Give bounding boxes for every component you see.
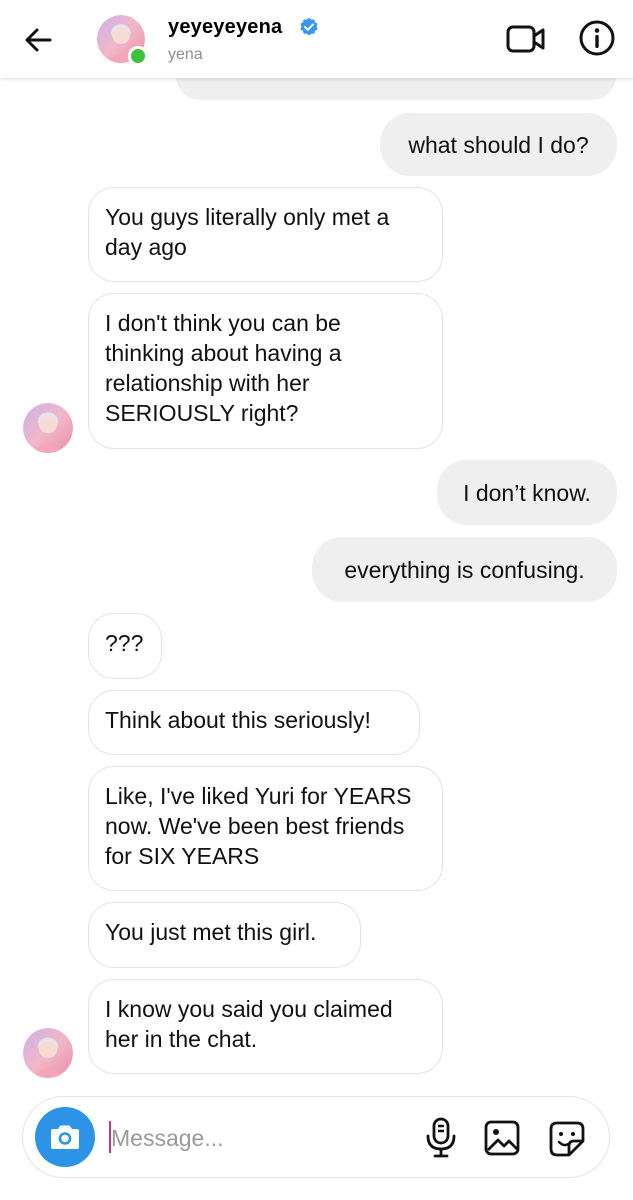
camera-icon: [51, 1125, 79, 1149]
sticker-icon[interactable]: [547, 1119, 587, 1159]
image-icon[interactable]: [483, 1119, 523, 1157]
back-button[interactable]: [18, 20, 58, 60]
incoming-message[interactable]: Like, I've liked Yuri for YEARS now. We'…: [88, 766, 443, 891]
outgoing-message[interactable]: what should I do?: [380, 113, 617, 176]
incoming-message[interactable]: I don't think you can be thinking about …: [88, 293, 443, 449]
chat-header: yeyeyeyena yena: [0, 0, 633, 78]
sender-avatar[interactable]: [23, 403, 73, 453]
message-composer: [22, 1096, 610, 1178]
incoming-message[interactable]: ???: [88, 613, 162, 679]
incoming-message[interactable]: You guys literally only met a day ago: [88, 187, 443, 282]
microphone-icon[interactable]: [423, 1117, 459, 1159]
username[interactable]: yeyeyeyena: [168, 16, 282, 39]
camera-button[interactable]: [35, 1107, 95, 1167]
outgoing-message[interactable]: I don’t know.: [437, 460, 617, 525]
outgoing-message[interactable]: everything is confusing.: [312, 537, 617, 602]
incoming-message[interactable]: You just met this girl.: [88, 902, 361, 968]
incoming-message[interactable]: Think about this seriously!: [88, 690, 420, 755]
message-input[interactable]: [109, 1119, 393, 1157]
video-camera-icon[interactable]: [506, 22, 546, 56]
sender-avatar[interactable]: [23, 1028, 73, 1078]
info-icon[interactable]: [577, 18, 617, 58]
incoming-message[interactable]: I know you said you claimed her in the c…: [88, 979, 443, 1074]
arrow-left-icon: [25, 28, 52, 52]
verified-badge-icon: [300, 17, 318, 36]
online-status-dot: [128, 46, 148, 66]
subname: yena: [168, 46, 203, 63]
text-caret: [109, 1121, 111, 1153]
